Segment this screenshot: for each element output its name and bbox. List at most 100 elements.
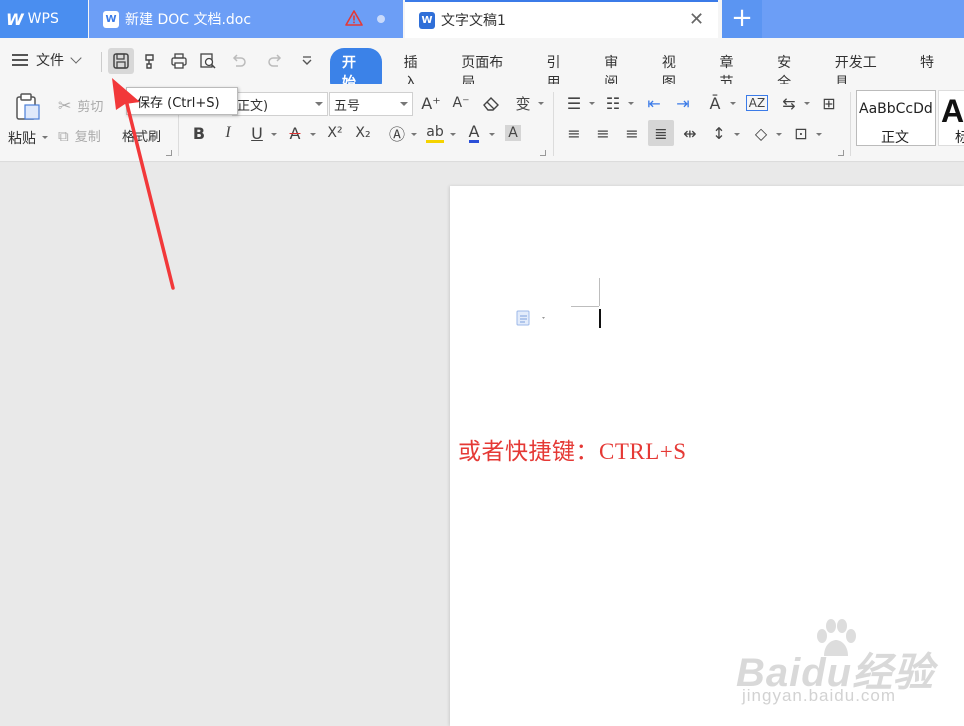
wps-home-tab[interactable]: W WPS — [0, 0, 88, 38]
justify-icon: ≣ — [654, 123, 668, 143]
subscript-button[interactable]: X₂ — [352, 122, 374, 144]
superscript-button[interactable]: X² — [324, 122, 346, 144]
document-tab[interactable]: W 新建 DOC 文档.doc — [89, 0, 403, 38]
font-size-select[interactable]: 五号 — [329, 92, 413, 116]
shrink-font-button[interactable]: A⁻ — [450, 92, 472, 114]
bullet-list-icon: ☰ — [566, 93, 582, 113]
file-menu-button[interactable]: 文件 — [12, 50, 82, 70]
save-tooltip: 保存 (Ctrl+S) — [126, 87, 238, 115]
distributed-button[interactable]: ⇹ — [679, 122, 701, 144]
phonetic-dropdown-icon[interactable] — [538, 102, 544, 105]
menu-bar: 文件 开始 插入 页面布局 引用 审阅 视图 章节 安全 开发工具 特 — [0, 38, 964, 99]
close-tab-icon[interactable]: ✕ — [689, 11, 704, 29]
redo-icon — [268, 54, 282, 67]
line-spacing-button[interactable]: ⇆ — [778, 92, 800, 114]
underline-button[interactable]: U — [246, 122, 268, 144]
paste-options-button[interactable] — [516, 310, 548, 326]
paint-bucket-icon: ◇ — [754, 123, 768, 143]
cut-label: 剪切 — [77, 100, 104, 115]
new-tab-button[interactable]: + — [722, 0, 762, 38]
paste-button[interactable]: 粘贴 — [8, 90, 48, 154]
text-direction-button[interactable]: Ā — [704, 92, 726, 114]
paragraph-group-launcher-icon[interactable] — [838, 150, 844, 156]
grow-font-button[interactable]: A⁺ — [420, 92, 442, 114]
justify-button[interactable]: ≣ — [648, 120, 674, 146]
show-marks-dropdown-icon[interactable] — [804, 102, 810, 105]
copy-icon: ⧉ — [58, 126, 69, 145]
margin-marker — [571, 306, 599, 307]
distributed-icon: ⇹ — [683, 123, 697, 143]
document-tab-active[interactable]: W 文字文稿1 ✕ — [405, 0, 718, 38]
shading-button[interactable]: ◇ — [750, 122, 772, 144]
bullets-button[interactable]: ☰ — [563, 92, 585, 114]
increase-indent-button[interactable]: ⇥ — [672, 92, 694, 114]
sort-button[interactable]: AZ — [745, 92, 769, 114]
save-icon — [113, 53, 129, 69]
customize-quick-access-button[interactable] — [294, 48, 320, 74]
text-effect-icon: Ⓐ — [388, 125, 405, 144]
save-button[interactable] — [108, 48, 134, 74]
font-group-launcher-icon[interactable] — [540, 150, 546, 156]
style-sample: AaBbCcDd — [859, 101, 933, 117]
align-right-icon: ≡ — [625, 123, 639, 143]
style-heading[interactable]: Aa 标 — [938, 90, 964, 146]
undo-button[interactable] — [226, 48, 252, 74]
watermark-url-text: jingyan.baidu.com — [742, 686, 897, 705]
table-button[interactable]: ⊞ — [818, 92, 840, 114]
style-normal[interactable]: AaBbCcDd 正文 — [856, 90, 936, 146]
shading-dropdown-icon[interactable] — [776, 133, 782, 136]
bold-button[interactable]: B — [188, 122, 210, 144]
document-body-text[interactable]: 或者快捷键：CTRL+S — [458, 432, 687, 466]
paste-label: 粘贴 — [8, 131, 36, 147]
phonetic-guide-button[interactable]: 变 — [512, 92, 534, 114]
bullets-dropdown-icon[interactable] — [589, 102, 595, 105]
align-center-icon: ≡ — [596, 123, 610, 143]
text-effect-button[interactable]: Ⓐ — [386, 122, 408, 144]
borders-dropdown-icon[interactable] — [816, 133, 822, 136]
align-left-icon: ≡ — [567, 123, 581, 143]
strikethrough-icon: A — [289, 123, 301, 143]
clear-format-button[interactable] — [480, 92, 502, 114]
cut-button[interactable]: ✂ 剪切 — [58, 96, 103, 115]
divider — [553, 92, 554, 156]
line-spacing-icon: ↕ — [712, 123, 726, 143]
font-color-button[interactable]: A — [463, 122, 485, 144]
highlight-icon: ab — [426, 124, 444, 143]
decrease-indent-button[interactable]: ⇤ — [643, 92, 665, 114]
document-tab-label: 新建 DOC 文档.doc — [125, 12, 252, 28]
highlight-button[interactable]: ab — [424, 122, 446, 144]
chevron-down-icon — [302, 56, 312, 65]
format-painter-quick-button[interactable] — [138, 48, 164, 74]
align-left-button[interactable]: ≡ — [563, 122, 585, 144]
highlight-dropdown-icon[interactable] — [450, 133, 456, 136]
italic-button[interactable]: I — [217, 122, 239, 144]
print-button[interactable] — [166, 48, 192, 74]
text-effect-dropdown-icon[interactable] — [411, 133, 417, 136]
numbering-dropdown-icon[interactable] — [628, 102, 634, 105]
strikethrough-button[interactable]: A — [284, 122, 306, 144]
file-menu-label: 文件 — [36, 53, 64, 69]
redo-button[interactable] — [262, 48, 288, 74]
clipboard-group-launcher-icon[interactable] — [166, 150, 172, 156]
chevron-down-icon — [315, 102, 323, 106]
align-center-button[interactable]: ≡ — [592, 122, 614, 144]
baidu-watermark: Baidu经验 jingyan.baidu.com — [736, 616, 936, 716]
line-spacing-dropdown-icon[interactable] — [734, 133, 740, 136]
text-direction-dropdown-icon[interactable] — [730, 102, 736, 105]
style-name: 标 — [955, 127, 964, 145]
strikethrough-dropdown-icon[interactable] — [310, 133, 316, 136]
font-name-select[interactable]: 正文) — [232, 92, 328, 116]
copy-button[interactable]: ⧉ 复制 — [58, 126, 101, 146]
print-preview-button[interactable] — [195, 48, 221, 74]
phonetic-icon: 变 — [515, 94, 531, 113]
char-shading-button[interactable]: A — [502, 122, 524, 144]
font-color-dropdown-icon[interactable] — [489, 133, 495, 136]
text-direction-icon: Ā — [709, 93, 721, 113]
numbering-button[interactable]: ☷ — [602, 92, 624, 114]
borders-button[interactable]: ⊡ — [790, 122, 812, 144]
bold-icon: B — [192, 123, 206, 143]
align-right-button[interactable]: ≡ — [621, 122, 643, 144]
format-painter-button[interactable]: 格式刷 — [122, 126, 161, 145]
line-spacing-button[interactable]: ↕ — [708, 122, 730, 144]
underline-dropdown-icon[interactable] — [271, 133, 277, 136]
